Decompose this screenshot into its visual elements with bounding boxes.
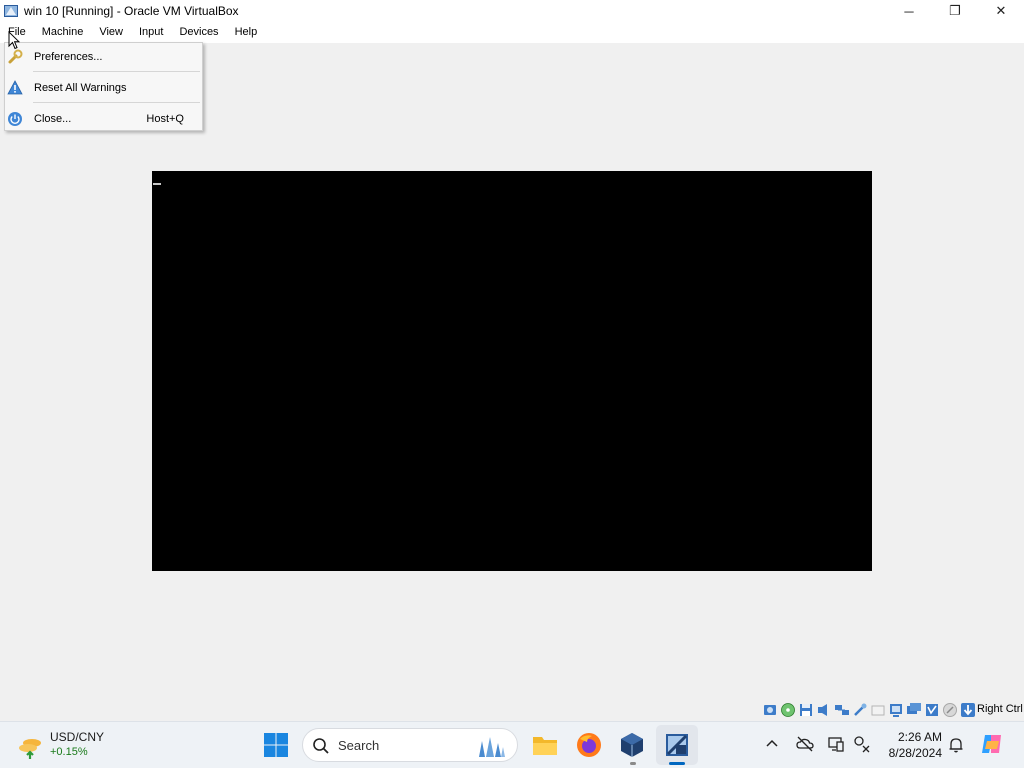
keyboard-icon[interactable] — [960, 702, 976, 718]
menu-help[interactable]: Help — [227, 22, 266, 43]
preferences-wrench-icon — [8, 49, 23, 64]
close-window-button[interactable]: ✕ — [978, 0, 1024, 22]
title-bar: win 10 [Running] - Oracle VM VirtualBox … — [0, 0, 1024, 22]
menu-machine[interactable]: Machine — [34, 22, 92, 43]
mouse-integration-icon[interactable] — [942, 702, 958, 718]
hard-disk-icon[interactable] — [762, 702, 778, 718]
running-indicator — [630, 762, 636, 765]
restore-button[interactable]: ❐ — [932, 0, 978, 22]
menu-item-shortcut: Host+Q — [146, 113, 184, 125]
menu-input[interactable]: Input — [131, 22, 171, 43]
restore-icon: ❐ — [949, 3, 961, 18]
active-indicator — [669, 762, 685, 765]
menu-bar: File Machine View Input Devices Help — [0, 22, 1024, 43]
widget-title: USD/CNY — [50, 730, 105, 744]
menu-separator — [33, 71, 200, 72]
vm-status-bar: Right Ctrl — [0, 699, 1024, 721]
taskbar-search-box[interactable]: Search — [302, 728, 518, 762]
power-icon — [8, 112, 22, 126]
search-placeholder: Search — [338, 738, 380, 753]
virtualbox-vm-icon[interactable] — [663, 731, 691, 759]
system-clock[interactable]: 2:26 AM 8/28/2024 — [876, 729, 942, 761]
text-cursor — [153, 183, 161, 185]
minimize-button[interactable]: ─ — [886, 0, 932, 22]
menu-item-close[interactable]: Close... Host+Q — [5, 108, 202, 130]
onedrive-offline-icon[interactable] — [796, 735, 814, 753]
menu-separator — [33, 102, 200, 103]
widget-change: +0.15% — [50, 746, 88, 758]
clock-time: 2:26 AM — [897, 730, 942, 744]
display-settings-icon[interactable] — [827, 735, 845, 753]
shared-folders-icon[interactable] — [870, 702, 886, 718]
start-windows-icon[interactable] — [262, 731, 290, 759]
close-icon: ✕ — [995, 3, 1007, 18]
network-disconnected-icon[interactable] — [853, 735, 871, 753]
host-key-label: Right Ctrl — [977, 703, 1023, 715]
menu-view[interactable]: View — [91, 22, 131, 43]
file-menu-dropdown: Preferences... Reset All Warnings Close.… — [4, 42, 203, 131]
virtualization-icon[interactable] — [924, 702, 940, 718]
menu-devices[interactable]: Devices — [171, 22, 226, 43]
menu-item-preferences[interactable]: Preferences... — [5, 46, 202, 68]
firefox-icon[interactable] — [575, 731, 603, 759]
audio-icon[interactable] — [816, 702, 832, 718]
optical-drive-icon[interactable] — [780, 702, 796, 718]
clock-date: 8/28/2024 — [888, 746, 942, 760]
virtualbox-app-icon[interactable] — [3, 3, 19, 19]
minimize-icon: ─ — [904, 3, 914, 19]
display-icon[interactable] — [888, 702, 904, 718]
virtualbox-icon[interactable] — [618, 731, 646, 759]
windows-taskbar: USD/CNY +0.15% Search 2:26 AM 8/28/2024 — [0, 721, 1024, 768]
currency-exchange-icon — [19, 739, 41, 759]
search-highlight-image-icon — [479, 737, 505, 757]
window-title: win 10 [Running] - Oracle VM VirtualBox — [24, 4, 239, 18]
network-icon[interactable] — [834, 702, 850, 718]
file-explorer-icon[interactable] — [531, 731, 559, 759]
floppy-icon[interactable] — [798, 702, 814, 718]
menu-item-label: Close... — [34, 113, 72, 125]
search-icon — [313, 738, 329, 754]
currency-widget[interactable]: USD/CNY +0.15% — [14, 728, 124, 764]
mouse-pointer-icon — [8, 31, 20, 50]
menu-item-label: Preferences... — [34, 51, 103, 63]
usb-icon[interactable] — [852, 702, 868, 718]
copilot-icon[interactable] — [979, 731, 1005, 757]
notification-bell-icon[interactable] — [947, 736, 965, 754]
menu-item-label: Reset All Warnings — [34, 82, 127, 94]
chevron-up-icon[interactable] — [764, 736, 780, 752]
status-icons — [762, 702, 976, 718]
warning-icon — [7, 80, 23, 95]
video-capture-icon[interactable] — [906, 702, 922, 718]
menu-item-reset-warnings[interactable]: Reset All Warnings — [5, 77, 202, 99]
guest-display[interactable] — [152, 171, 872, 571]
window-controls: ─ ❐ ✕ — [886, 0, 1024, 22]
